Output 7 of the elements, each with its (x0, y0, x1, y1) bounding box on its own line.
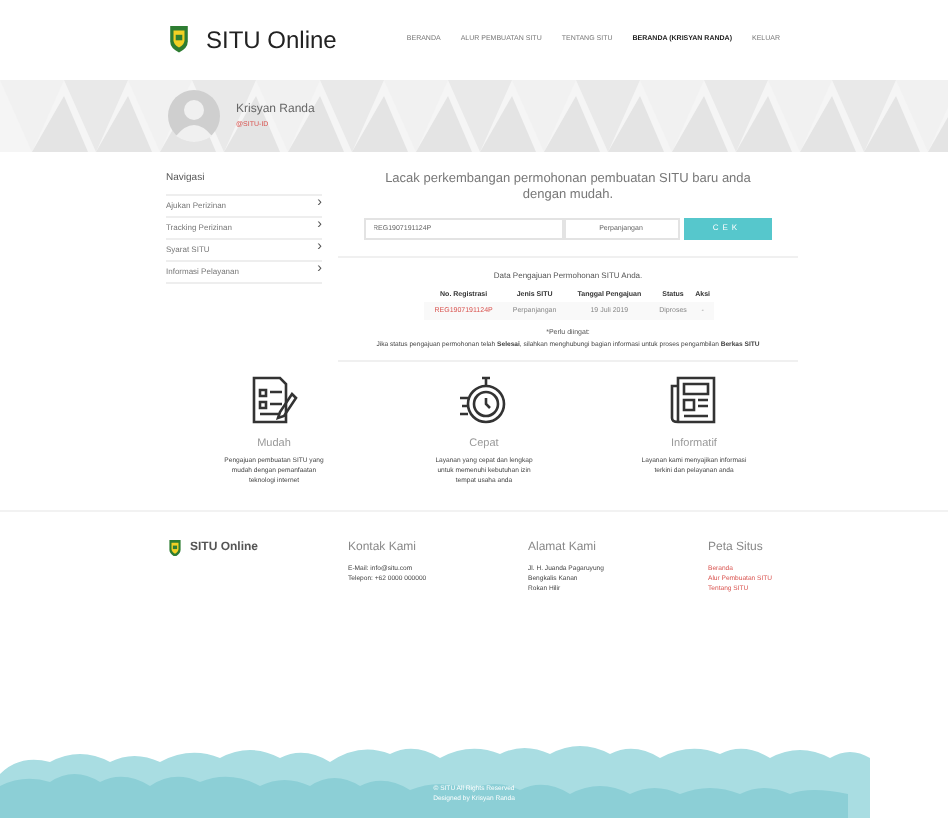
document-pencil-icon (248, 373, 300, 426)
stopwatch-icon (458, 373, 510, 426)
avatar-icon (168, 90, 220, 142)
shield-logo-icon (168, 26, 190, 54)
brand-name: SITU Online (206, 24, 337, 58)
newspaper-icon (668, 373, 720, 426)
shield-logo-icon (168, 539, 182, 557)
